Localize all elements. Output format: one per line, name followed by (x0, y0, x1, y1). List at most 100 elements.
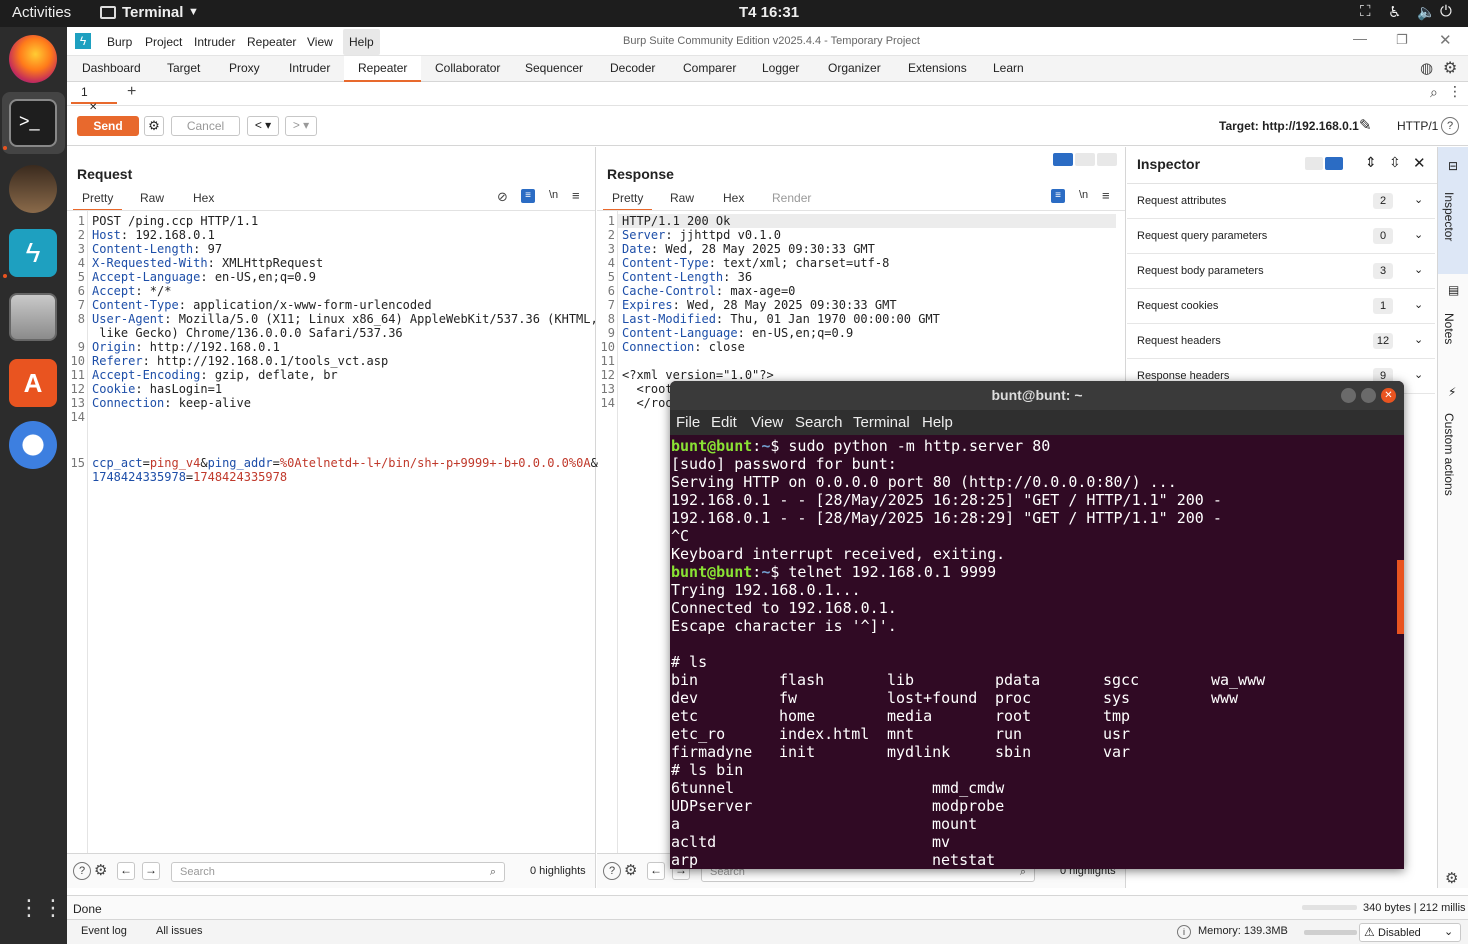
settings-icon[interactable]: ⚙ (624, 861, 637, 879)
layout-tabs-icon[interactable] (1097, 153, 1117, 166)
code-line[interactable]: Date: Wed, 28 May 2025 09:30:33 GMT (622, 242, 875, 256)
inspector-section[interactable]: Request body parameters 3 ⌄ (1127, 254, 1435, 289)
tab-dashboard[interactable]: Dashboard (82, 61, 141, 75)
inspector-section[interactable]: Request headers 12 ⌄ (1127, 324, 1435, 359)
request-body-cont[interactable]: 1748424335978=1748424335978 (92, 470, 287, 484)
menu-help[interactable]: Help (922, 414, 953, 431)
request-editor[interactable]: 1 POST /ping.ccp HTTP/1.1 2 Host: 192.168.0… (67, 210, 598, 879)
http-version[interactable]: HTTP/1 (1397, 119, 1438, 133)
code-line[interactable]: <root (622, 382, 672, 396)
code-line[interactable]: <?xml version="1.0"?> (622, 368, 774, 382)
code-line[interactable]: Content-Length: 36 (622, 270, 752, 284)
code-line[interactable]: Expires: Wed, 28 May 2025 09:30:33 GMT (622, 298, 897, 312)
edit-target-icon[interactable]: ✎ (1359, 116, 1372, 134)
tab-proxy[interactable]: Proxy (229, 61, 260, 75)
layout-split-icon[interactable] (1325, 157, 1343, 170)
tab-intruder[interactable]: Intruder (289, 61, 330, 75)
app-menu[interactable]: Terminal (122, 4, 183, 21)
menu-view[interactable]: View (307, 35, 333, 49)
network-icon[interactable]: ⛶ (1360, 3, 1371, 20)
settings-icon[interactable]: ⚙ (94, 861, 107, 879)
cancel-button[interactable]: Cancel (171, 116, 240, 136)
code-line[interactable]: Connection: keep-alive (92, 396, 251, 410)
terminal-icon[interactable]: >_ (9, 99, 57, 147)
request-body[interactable]: ccp_act=ping_v4&ping_addr=%0Atelnetd+-l+… (92, 456, 598, 470)
layout-list-icon[interactable] (1305, 157, 1323, 170)
newline-icon[interactable]: \n (549, 189, 558, 201)
more-icon[interactable]: ⋮ (1448, 83, 1462, 100)
user-avatar-icon[interactable] (9, 165, 57, 213)
tab-sequencer[interactable]: Sequencer (525, 61, 583, 75)
menu-icon[interactable]: ≡ (1102, 188, 1110, 203)
tab-repeater[interactable]: Repeater (344, 56, 422, 82)
next-match-icon[interactable]: → (142, 862, 160, 880)
forward-button[interactable]: > ▾ (285, 116, 317, 136)
request-tab-hex[interactable]: Hex (193, 191, 214, 205)
gear-icon[interactable]: ⚙ (1443, 58, 1457, 78)
code-line[interactable]: Content-Type: text/xml; charset=utf-8 (622, 256, 889, 270)
code-line[interactable]: like Gecko) Chrome/136.0.0.0 Safari/537.… (92, 326, 402, 340)
activities-button[interactable]: Activities (12, 4, 71, 21)
clock[interactable]: T4 16:31 (739, 4, 799, 21)
power-icon[interactable]: ⏻ (1440, 3, 1452, 20)
response-tab-raw[interactable]: Raw (670, 191, 694, 205)
target-label[interactable]: Target: http://192.168.0.1 (1219, 119, 1359, 133)
code-line[interactable]: User-Agent: Mozilla/5.0 (X11; Linux x86_… (92, 312, 598, 326)
response-tab-pretty[interactable]: Pretty (603, 189, 653, 211)
wrap-icon[interactable]: ≡ (1051, 189, 1065, 203)
expand-all-icon[interactable]: ⇕ (1365, 154, 1377, 171)
tab-collaborator[interactable]: Collaborator (435, 61, 500, 75)
menu-icon[interactable]: ≡ (572, 188, 580, 203)
inspector-section[interactable]: Request attributes 2 ⌄ (1127, 184, 1435, 219)
volume-icon[interactable]: 🔈 (1417, 3, 1436, 21)
maximize-icon[interactable] (1361, 388, 1376, 403)
tab-target[interactable]: Target (167, 61, 200, 75)
menu-project[interactable]: Project (145, 35, 182, 49)
code-line[interactable]: Content-Length: 97 (92, 242, 222, 256)
tab-decoder[interactable]: Decoder (610, 61, 655, 75)
layout-horizontal-icon[interactable] (1075, 153, 1095, 166)
event-log-tab[interactable]: Event log (81, 925, 127, 937)
terminal-output[interactable]: bunt@bunt:~$ sudo python -m http.server … (670, 437, 1395, 869)
menu-repeater[interactable]: Repeater (247, 35, 296, 49)
request-tab-raw[interactable]: Raw (140, 191, 164, 205)
tab-extensions[interactable]: Extensions (908, 61, 967, 75)
menu-view[interactable]: View (751, 414, 783, 431)
chromium-icon[interactable] (9, 421, 57, 469)
response-tab-render[interactable]: Render (772, 191, 811, 205)
help-icon[interactable]: ? (1441, 117, 1459, 135)
code-line[interactable]: Server: jjhttpd v0.1.0 (622, 228, 781, 242)
menu-edit[interactable]: Edit (711, 414, 737, 431)
terminal-titlebar[interactable]: bunt@bunt: ~ (670, 381, 1404, 410)
firefox-icon[interactable] (9, 35, 57, 83)
close-icon[interactable]: ✕ (1413, 154, 1426, 172)
code-line[interactable]: Cookie: hasLogin=1 (92, 382, 222, 396)
inspector-section[interactable]: Request query parameters 0 ⌄ (1127, 219, 1435, 254)
menu-intruder[interactable]: Intruder (194, 35, 235, 49)
help-icon[interactable]: ? (73, 862, 91, 880)
tab-comparer[interactable]: Comparer (683, 61, 736, 75)
menu-terminal[interactable]: Terminal (853, 414, 910, 431)
request-tab-pretty[interactable]: Pretty (73, 189, 123, 211)
response-tab-hex[interactable]: Hex (723, 191, 744, 205)
menu-search[interactable]: Search (795, 414, 843, 431)
code-line[interactable]: Cache-Control: max-age=0 (622, 284, 795, 298)
repeater-tab-1[interactable]: 1 ✕ (71, 82, 117, 113)
request-search-input[interactable]: Search ⌕ (171, 862, 505, 882)
back-button[interactable]: < ▾ (247, 116, 279, 136)
wrap-icon[interactable]: ≡ (521, 189, 535, 203)
code-line[interactable]: HTTP/1.1 200 Ok (622, 214, 730, 228)
files-icon[interactable] (9, 293, 57, 341)
globe-icon[interactable]: ◍ (1420, 59, 1433, 77)
burp-icon[interactable]: ϟ (9, 229, 57, 277)
code-line[interactable]: Referer: http://192.168.0.1/tools_vct.as… (92, 354, 388, 368)
code-line[interactable]: Host: 192.168.0.1 (92, 228, 215, 242)
menu-burp[interactable]: Burp (107, 35, 132, 49)
prev-match-icon[interactable]: ← (117, 862, 135, 880)
menu-help[interactable]: Help (343, 29, 380, 55)
all-issues-tab[interactable]: All issues (156, 925, 202, 937)
code-line[interactable]: X-Requested-With: XMLHttpRequest (92, 256, 323, 270)
terminal-scrollbar[interactable] (1397, 560, 1404, 634)
tab-learn[interactable]: Learn (993, 61, 1024, 75)
side-tab-custom-actions[interactable]: ⚡ Custom actions (1438, 379, 1468, 539)
